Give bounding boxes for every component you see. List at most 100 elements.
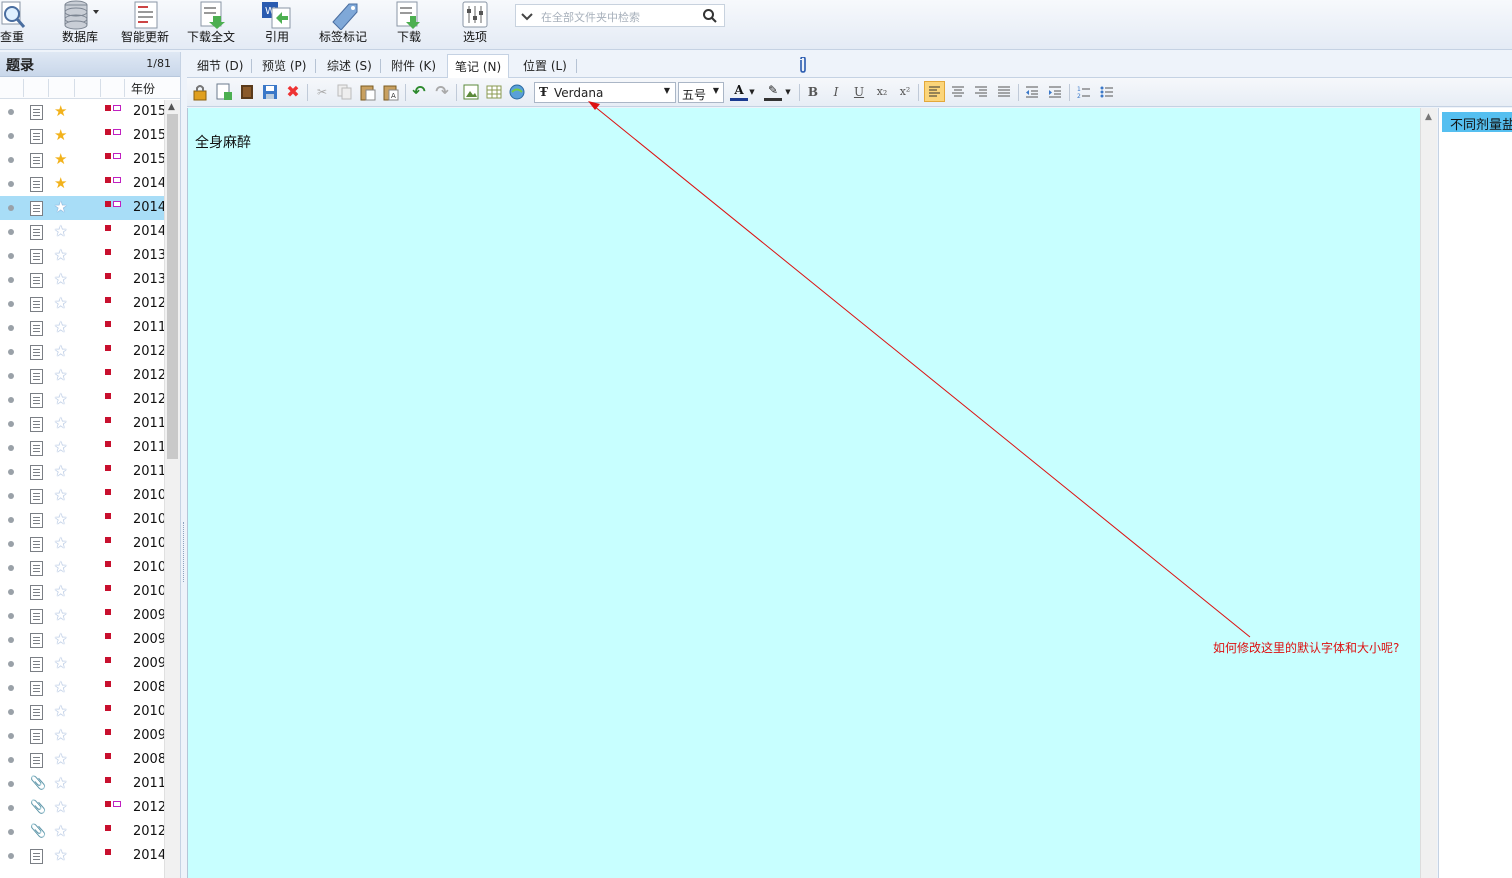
table-row[interactable]: ★ 2010 [0, 556, 166, 580]
table-row[interactable]: ★ 2011 [0, 316, 166, 340]
duplicate-check-button[interactable]: 查重 [0, 0, 30, 48]
tag-mark-button[interactable]: 标签标记 [317, 0, 369, 48]
chevron-down-icon[interactable]: ▼ [784, 83, 792, 101]
tab-summary[interactable]: 综述 (S) [327, 57, 372, 74]
star-icon[interactable]: ★ [54, 270, 67, 288]
insert-file-icon[interactable] [215, 83, 233, 101]
save-icon[interactable] [261, 83, 279, 101]
table-row[interactable]: ★ 2013 [0, 268, 166, 292]
star-icon[interactable]: ★ [54, 246, 67, 264]
star-icon[interactable]: ★ [54, 606, 67, 624]
italic-icon[interactable]: I [827, 83, 845, 101]
table-row[interactable]: ★ 2012 [0, 364, 166, 388]
tab-notes[interactable]: 笔记 (N) [447, 54, 510, 79]
star-icon[interactable]: ★ [54, 678, 67, 696]
table-row[interactable]: ★ 2014 [0, 844, 166, 868]
chevron-down-icon[interactable]: ▼ [748, 83, 756, 101]
cut-icon[interactable]: ✂ [313, 83, 331, 101]
star-icon[interactable]: ★ [54, 510, 67, 528]
star-icon[interactable]: ★ [54, 750, 67, 768]
table-row[interactable]: ★ 2008 [0, 676, 166, 700]
font-family-select[interactable]: Ŧ Verdana ▼ [534, 82, 676, 103]
copy-icon[interactable] [336, 83, 354, 101]
undo-icon[interactable]: ↶ [410, 83, 428, 101]
star-icon[interactable]: ★ [54, 654, 67, 672]
column-divider[interactable] [48, 79, 49, 97]
database-button[interactable]: 数据库 [60, 0, 100, 48]
highlight-color-icon[interactable]: ✎ [764, 83, 782, 101]
download-button[interactable]: 下载 [394, 0, 424, 48]
bullet-list-icon[interactable] [1098, 83, 1116, 101]
align-right-icon[interactable] [972, 83, 990, 101]
chevron-down-icon[interactable]: ▼ [713, 86, 719, 95]
highlighted-item[interactable]: 不同剂量盐 [1442, 112, 1512, 132]
table-row[interactable]: ★ 2009 [0, 652, 166, 676]
table-row[interactable]: ★ 2015 [0, 148, 166, 172]
table-row[interactable]: ★ 2010 [0, 580, 166, 604]
star-icon[interactable]: ★ [54, 582, 67, 600]
table-row[interactable]: ★ 2009 [0, 724, 166, 748]
star-icon[interactable]: ★ [54, 486, 67, 504]
table-row[interactable]: ★ 2011 [0, 412, 166, 436]
delete-icon[interactable]: ✖ [284, 83, 302, 101]
options-button[interactable]: 选项 [460, 0, 490, 48]
paste-icon[interactable] [359, 83, 377, 101]
star-icon[interactable]: ★ [54, 462, 67, 480]
table-row[interactable]: ★ 2010 [0, 508, 166, 532]
table-row[interactable]: ★ 2014 [0, 172, 166, 196]
table-row[interactable]: ★ 2014 [0, 220, 166, 244]
table-row[interactable]: 📎 ★ 2012 [0, 796, 166, 820]
star-icon[interactable]: ★ [54, 558, 67, 576]
align-center-icon[interactable] [949, 83, 967, 101]
scroll-up-icon[interactable]: ▲ [1425, 112, 1432, 122]
table-row[interactable]: ★ 2015 [0, 100, 166, 124]
table-row[interactable]: ★ 2010 [0, 700, 166, 724]
scroll-up-icon[interactable]: ▲ [168, 102, 175, 112]
column-divider[interactable] [23, 79, 24, 97]
outdent-icon[interactable] [1023, 83, 1041, 101]
tab-preview[interactable]: 预览 (P) [262, 57, 306, 74]
scrollbar-thumb[interactable] [167, 114, 178, 459]
star-icon[interactable]: ★ [54, 822, 67, 840]
underline-icon[interactable]: U [850, 83, 868, 101]
table-row[interactable]: ★ 2011 [0, 460, 166, 484]
splitter-grip[interactable] [183, 522, 185, 582]
font-size-select[interactable]: 五号 ▼ [678, 82, 724, 103]
table-row[interactable]: ★ 2010 [0, 484, 166, 508]
table-row[interactable]: ★ 2010 [0, 532, 166, 556]
align-left-icon[interactable] [924, 81, 945, 102]
table-row[interactable]: ★ 2011 [0, 436, 166, 460]
column-divider[interactable] [124, 79, 125, 97]
table-row[interactable]: ★ 2015 [0, 124, 166, 148]
table-row[interactable]: ★ 2009 [0, 604, 166, 628]
editor-scrollbar[interactable]: ▲ [1420, 108, 1437, 878]
tab-details[interactable]: 细节 (D) [197, 57, 243, 74]
redo-icon[interactable]: ↷ [433, 83, 451, 101]
star-icon[interactable]: ★ [54, 846, 67, 864]
table-row[interactable]: ★ 2012 [0, 292, 166, 316]
table-row[interactable]: 📎 ★ 2011 [0, 772, 166, 796]
star-icon[interactable]: ★ [54, 726, 67, 744]
star-icon[interactable]: ★ [54, 318, 67, 336]
table-row[interactable]: ★ 2014 [0, 196, 166, 220]
star-icon[interactable]: ★ [54, 702, 67, 720]
justify-icon[interactable] [995, 83, 1013, 101]
insert-link-icon[interactable] [508, 83, 526, 101]
star-icon[interactable]: ★ [54, 774, 67, 792]
star-icon[interactable]: ★ [54, 174, 67, 192]
search-input[interactable]: 在全部文件夹中检索 [515, 4, 725, 27]
star-icon[interactable]: ★ [54, 798, 67, 816]
star-icon[interactable]: ★ [54, 414, 67, 432]
star-icon[interactable]: ★ [54, 126, 67, 144]
table-row[interactable]: 📎 ★ 2012 [0, 820, 166, 844]
table-row[interactable]: ★ 2012 [0, 340, 166, 364]
star-icon[interactable]: ★ [54, 366, 67, 384]
list-scrollbar[interactable]: ▲ [164, 100, 180, 878]
star-icon[interactable]: ★ [54, 342, 67, 360]
tab-attachments[interactable]: 附件 (K) [391, 57, 436, 74]
table-row[interactable]: ★ 2012 [0, 388, 166, 412]
star-icon[interactable]: ★ [54, 534, 67, 552]
tab-location[interactable]: 位置 (L) [523, 57, 567, 74]
star-icon[interactable]: ★ [54, 438, 67, 456]
star-icon[interactable]: ★ [54, 198, 67, 216]
